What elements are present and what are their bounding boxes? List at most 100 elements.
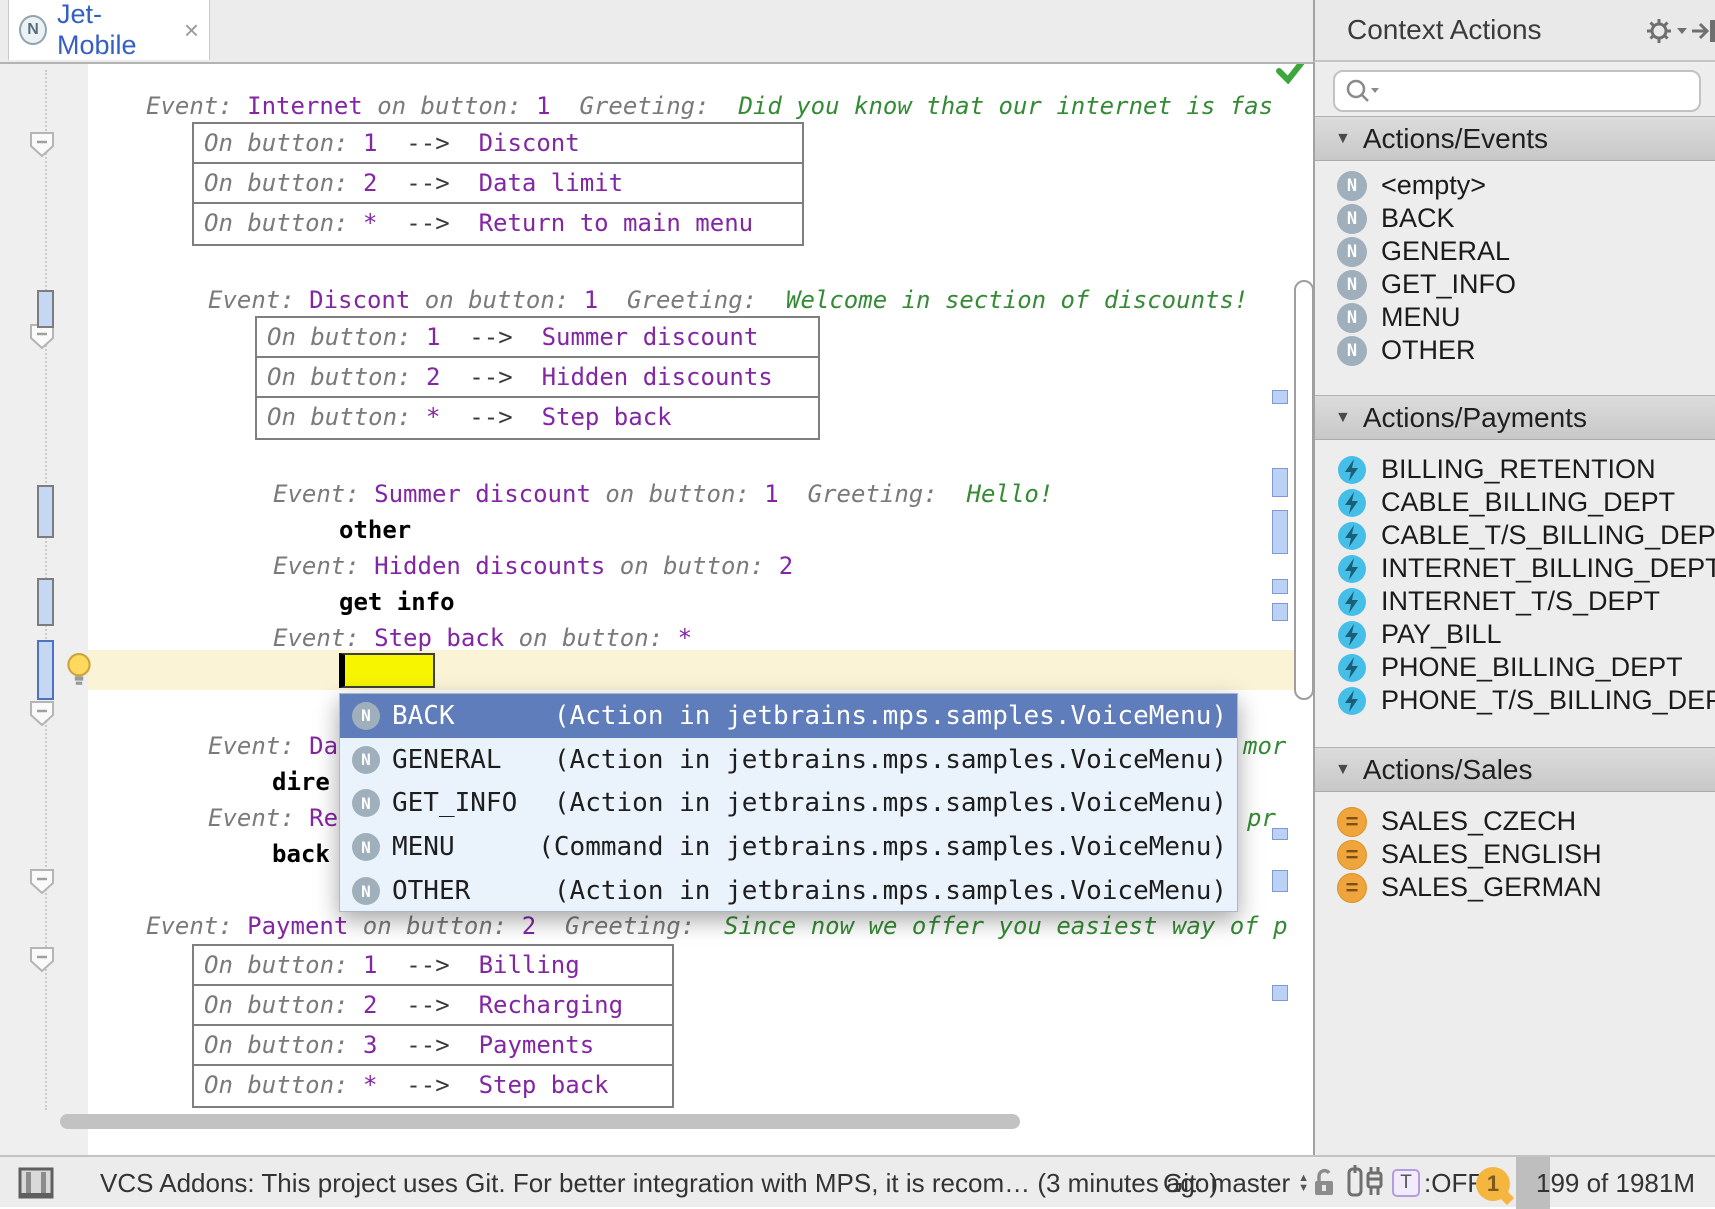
action-item[interactable]: CABLE_T/S_BILLING_DEPT	[1315, 519, 1715, 552]
hide-panel-icon[interactable]	[1691, 16, 1715, 46]
transition-row[interactable]: On button: 1 --> Summer discount	[257, 318, 818, 358]
intention-bulb-icon[interactable]	[64, 652, 94, 688]
action-bolt-icon	[1337, 653, 1367, 683]
action-item[interactable]: CABLE_BILLING_DEPT	[1315, 486, 1715, 519]
section-header-actions-sales[interactable]: ▼Actions/Sales	[1315, 747, 1715, 792]
fold-marker-icon[interactable]	[28, 946, 56, 974]
action-item[interactable]: =SALES_GERMAN	[1315, 871, 1715, 904]
fold-marker-icon[interactable]	[28, 868, 56, 896]
editor-line[interactable]: Event: Hidden discounts on button: 2	[273, 546, 793, 586]
editor-text: Welcome in section of discounts!	[786, 286, 1248, 314]
action-item[interactable]: NOTHER	[1315, 334, 1715, 367]
node-badge-icon: N	[352, 702, 380, 730]
tab-title: Jet-Mobile	[57, 0, 172, 61]
hector-inspections-icon[interactable]	[1346, 1157, 1384, 1209]
action-item-label: GET_INFO	[1381, 269, 1516, 300]
editor-line[interactable]: mor	[1243, 726, 1286, 766]
completion-item[interactable]: NGENERAL(Action in jetbrains.mps.samples…	[340, 738, 1237, 782]
editor-line[interactable]: back	[272, 834, 330, 874]
memory-indicator[interactable]: 199 of 1981M	[1516, 1157, 1715, 1209]
completion-popup[interactable]: NBACK(Action in jetbrains.mps.samples.Vo…	[339, 693, 1238, 912]
action-item[interactable]: PHONE_T/S_BILLING_DEPT	[1315, 684, 1715, 717]
editor-line[interactable]: Event: Da	[208, 726, 338, 766]
transition-row[interactable]: On button: * --> Step back	[257, 398, 818, 438]
transition-row[interactable]: On button: * --> Return to main menu	[194, 204, 802, 244]
action-item[interactable]: NBACK	[1315, 202, 1715, 235]
fold-marker-icon[interactable]	[28, 131, 56, 159]
action-item[interactable]: INTERNET_T/S_DEPT	[1315, 585, 1715, 618]
editor-text: dire	[272, 768, 330, 796]
action-item[interactable]: NGENERAL	[1315, 235, 1715, 268]
transition-row[interactable]: On button: 2 --> Recharging	[194, 986, 672, 1026]
stripe-mark[interactable]	[1272, 579, 1288, 594]
stripe-mark[interactable]	[1272, 390, 1288, 404]
gutter-selection-mark[interactable]	[37, 485, 54, 538]
editor-line[interactable]: Event: Step back on button: *	[273, 618, 692, 658]
editor-line[interactable]: dire	[272, 762, 330, 802]
completion-description: (Action in jetbrains.mps.samples.VoiceMe…	[554, 876, 1227, 906]
editor-text: back	[272, 840, 330, 868]
notification-badge[interactable]: 1	[1476, 1167, 1510, 1201]
stripe-mark[interactable]	[1272, 603, 1288, 621]
fold-marker-icon[interactable]	[28, 700, 56, 728]
action-item[interactable]: INTERNET_BILLING_DEPT	[1315, 552, 1715, 585]
search-field[interactable]	[1333, 70, 1701, 112]
tab-close-icon[interactable]: ×	[184, 17, 199, 43]
unlocked-padlock-icon[interactable]	[1310, 1157, 1338, 1209]
editor-line[interactable]: Event: Re	[208, 798, 338, 838]
git-branch-widget[interactable]: Git: master ▲▼	[1163, 1157, 1309, 1209]
action-item[interactable]: PHONE_BILLING_DEPT	[1315, 651, 1715, 684]
transition-row[interactable]: On button: 2 --> Hidden discounts	[257, 358, 818, 398]
section-label: Actions/Payments	[1363, 402, 1587, 434]
transition-row[interactable]: On button: 2 --> Data limit	[194, 164, 802, 204]
editor-line[interactable]: Event: Summer discount on button: 1 Gree…	[273, 474, 1053, 514]
editor-line[interactable]: Event: Internet on button: 1 Greeting: D…	[146, 86, 1273, 126]
gutter-selection-mark[interactable]	[37, 578, 54, 626]
gutter-selection-mark[interactable]	[37, 640, 54, 700]
action-item[interactable]: BILLING_RETENTION	[1315, 453, 1715, 486]
completion-item[interactable]: NGET_INFO(Action in jetbrains.mps.sample…	[340, 782, 1237, 826]
completion-item[interactable]: NBACK(Action in jetbrains.mps.samples.Vo…	[340, 694, 1237, 738]
gutter-selection-mark[interactable]	[37, 290, 54, 328]
active-edit-cell[interactable]	[339, 653, 435, 688]
editor-line[interactable]: other	[339, 510, 411, 550]
search-input[interactable]	[1383, 75, 1699, 107]
section-header-actions-events[interactable]: ▼Actions/Events	[1315, 116, 1715, 161]
editor-text: Greeting:	[536, 912, 724, 940]
editor-text: on button:	[348, 912, 521, 940]
completion-item[interactable]: NOTHER(Action in jetbrains.mps.samples.V…	[340, 869, 1237, 913]
vertical-scrollbar[interactable]	[1294, 280, 1313, 700]
horizontal-scrollbar[interactable]	[60, 1114, 1020, 1129]
stripe-mark[interactable]	[1272, 870, 1288, 892]
stripe-mark[interactable]	[1272, 985, 1288, 1001]
editor-line[interactable]: Event: Discont on button: 1 Greeting: We…	[208, 280, 1248, 320]
stripe-mark[interactable]	[1272, 828, 1288, 840]
action-item[interactable]: PAY_BILL	[1315, 618, 1715, 651]
action-item-label: CABLE_BILLING_DEPT	[1381, 487, 1675, 518]
editor-line[interactable]: get info	[339, 582, 455, 622]
action-item[interactable]: NGET_INFO	[1315, 268, 1715, 301]
stripe-mark[interactable]	[1272, 510, 1288, 554]
action-item[interactable]: N<empty>	[1315, 169, 1715, 202]
section-header-actions-payments[interactable]: ▼Actions/Payments	[1315, 395, 1715, 440]
node-icon: N	[1337, 171, 1367, 201]
toolwindow-toggle-icon[interactable]	[18, 1157, 56, 1209]
transition-row[interactable]: On button: * --> Step back	[194, 1066, 672, 1106]
editor-pane[interactable]: NBACK(Action in jetbrains.mps.samples.Vo…	[0, 0, 1313, 1155]
tab-jet-mobile[interactable]: N Jet-Mobile ×	[8, 0, 210, 60]
transition-row[interactable]: On button: 3 --> Payments	[194, 1026, 672, 1066]
action-item[interactable]: NMENU	[1315, 301, 1715, 334]
transient-models-toggle[interactable]: T	[1392, 1169, 1420, 1197]
vcs-message[interactable]: VCS Addons: This project uses Git. For b…	[100, 1157, 1218, 1209]
editor-tab-bar: N Jet-Mobile ×	[0, 0, 1313, 64]
gear-icon[interactable]	[1645, 16, 1687, 46]
action-item[interactable]: =SALES_CZECH	[1315, 805, 1715, 838]
stripe-mark[interactable]	[1272, 468, 1288, 497]
completion-name: OTHER	[392, 876, 470, 906]
transition-row[interactable]: On button: 1 --> Billing	[194, 946, 672, 986]
completion-item[interactable]: NMENU(Command in jetbrains.mps.samples.V…	[340, 825, 1237, 869]
editor-text: Event:	[146, 92, 247, 120]
action-item[interactable]: =SALES_ENGLISH	[1315, 838, 1715, 871]
transition-row[interactable]: On button: 1 --> Discont	[194, 124, 802, 164]
action-item-label: BACK	[1381, 203, 1455, 234]
